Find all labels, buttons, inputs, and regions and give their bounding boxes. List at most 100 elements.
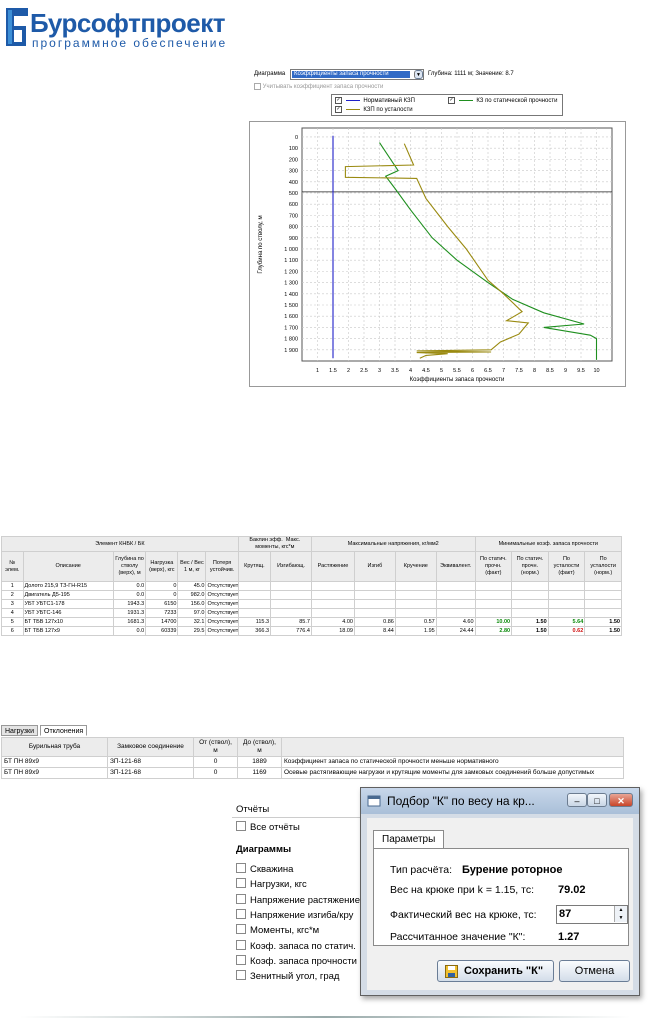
y-tick-label: 0 xyxy=(295,135,298,141)
report-item-label: Скважина xyxy=(250,864,294,875)
table-row[interactable]: 1 Долото 215,9 ТЗ-ГН-R15 0.0 0 45.0 Отсутству… xyxy=(1,581,622,591)
y-tick-label: 1 700 xyxy=(284,325,298,331)
checkbox-icon[interactable] xyxy=(254,83,261,90)
table-cell: УБТ УБТС-146 xyxy=(22,608,114,618)
table-cell: 776.4 xyxy=(270,626,312,636)
table-cell: БТ ТБВ 127х10 xyxy=(22,617,114,627)
table-cell: 14700 xyxy=(145,617,179,627)
column-header: Крутящ. xyxy=(237,551,272,582)
deviations-table: Бурильная труба Замковое соединение От (ст… xyxy=(1,737,624,779)
group-header: Баклин эфф. Макс. моменты, кгс*м xyxy=(237,536,312,552)
stepper-down-icon[interactable]: ▼ xyxy=(614,914,627,922)
tab-loads[interactable]: Нагрузки xyxy=(1,725,38,736)
table-cell: 1.95 xyxy=(394,626,437,636)
checkbox-icon[interactable] xyxy=(236,939,246,950)
check-icon[interactable]: ✓ xyxy=(448,97,455,104)
table-cell: 1.50 xyxy=(584,626,622,636)
report-item[interactable]: Напряжение растяжение xyxy=(236,893,361,906)
y-tick-label: 1 900 xyxy=(284,348,298,354)
table-row[interactable]: 6 БТ ТБВ 127х9 0.0 60339 29.5 Отсутствует 366.… xyxy=(1,626,622,636)
maximize-button[interactable]: □ xyxy=(587,793,607,807)
table-row[interactable]: БТ ПН 89х9 ЗП-121-68 0 1889 Коэффициент запа… xyxy=(1,756,624,768)
table-cell xyxy=(237,599,272,609)
report-item[interactable]: Скважина xyxy=(236,863,293,875)
strength-coef-checkbox[interactable]: Учитывать коэффициент запаса прочности xyxy=(254,83,383,90)
legend-item-fatigue[interactable]: ✓ КЗП по усталости xyxy=(335,106,413,113)
table-cell xyxy=(435,590,476,600)
checkbox-icon[interactable] xyxy=(236,863,246,873)
table-cell: 1.50 xyxy=(584,617,622,627)
legend-label: КЗП по усталости xyxy=(363,107,413,114)
all-reports-checkbox[interactable]: Все отчёты xyxy=(236,821,300,833)
checkbox-icon[interactable] xyxy=(236,893,246,904)
table-cell: 1931.3 xyxy=(112,608,147,618)
legend-item-static[interactable]: ✓ КЗ по статической прочности xyxy=(448,97,557,104)
column-header: До (ствол), м xyxy=(237,737,282,757)
reports-panel: Отчёты Все отчёты Диаграммы Скважина Нагр… xyxy=(230,797,365,989)
table-cell xyxy=(435,608,476,618)
column-header: По статич. прочн. (факт) xyxy=(474,551,513,582)
diagrams-title: Диаграммы xyxy=(236,844,292,855)
checkbox-icon[interactable] xyxy=(236,924,246,935)
table-row[interactable]: 3 УБТ УБТС1-178 1943.3 6150 156.0 Отсутствует xyxy=(1,599,622,609)
report-item-label: Напряжение растяжение xyxy=(250,894,361,906)
report-item[interactable]: Коэф. запаса по статич. xyxy=(236,939,356,952)
tab-parameters[interactable]: Параметры xyxy=(373,830,445,849)
k-value: 1.27 xyxy=(558,931,580,943)
checkbox-icon[interactable] xyxy=(236,954,246,965)
strength-coef-checkbox-label: Учитывать коэффициент запаса прочности xyxy=(262,84,384,91)
minimize-button[interactable]: – xyxy=(567,793,587,807)
hook-weight-value: 79.02 xyxy=(558,884,586,896)
reports-title: Отчёты xyxy=(236,804,270,815)
hook-weight-label: Вес на крюке при k = 1.15, тс: xyxy=(390,884,534,896)
stepper-up-icon[interactable]: ▲ xyxy=(614,906,627,914)
save-k-button[interactable]: Сохранить "К" xyxy=(437,960,554,982)
checkbox-icon[interactable] xyxy=(236,908,246,919)
table-cell xyxy=(435,599,476,609)
table-cell: 982.0 xyxy=(177,590,207,600)
report-item[interactable]: Напряжение изгиба/кру xyxy=(236,908,353,921)
report-item[interactable]: Моменты, кгс*м xyxy=(236,924,319,936)
table-cell: 0 xyxy=(145,581,179,591)
table-cell xyxy=(474,590,513,600)
check-icon[interactable]: ✓ xyxy=(335,97,342,104)
report-item[interactable]: Нагрузки, кгс xyxy=(236,878,307,890)
table-cell: БТ ПН 89х9 xyxy=(1,767,108,779)
actual-weight-input[interactable] xyxy=(559,907,611,921)
checkbox-icon[interactable] xyxy=(236,878,246,889)
check-icon[interactable]: ✓ xyxy=(335,106,342,113)
diagram-select[interactable]: Коэффициенты запаса прочности ▼ xyxy=(290,69,424,80)
column-header xyxy=(281,737,624,757)
report-item-label: Зенитный угол, град xyxy=(250,971,340,983)
table-row[interactable]: БТ ПН 89х9 ЗП-121-68 0 1169 Осевые растягива… xyxy=(1,767,624,779)
table-cell: 32.1 xyxy=(177,617,207,627)
x-tick-label: 9.5 xyxy=(577,368,585,374)
checkbox-icon[interactable] xyxy=(236,970,246,981)
group-header: Максимальные напряжения, кг/мм2 xyxy=(310,536,476,552)
table-cell xyxy=(353,581,396,591)
close-button[interactable]: ✕ xyxy=(609,793,633,807)
cancel-button[interactable]: Отмена xyxy=(559,960,630,982)
calc-type-label: Тип расчёта: xyxy=(390,864,452,876)
table-cell: 1 xyxy=(1,581,24,591)
table-row[interactable]: 4 УБТ УБТС-146 1931.3 7233 97.0 Отсутствует xyxy=(1,608,622,618)
dialog-titlebar[interactable]: Подбор "К" по весу на кр... – □ ✕ xyxy=(361,788,639,814)
actual-weight-label: Фактический вес на крюке, тс: xyxy=(390,909,537,921)
actual-weight-stepper[interactable]: ▲ ▼ xyxy=(556,905,628,924)
legend-item-normative[interactable]: ✓ Нормативный КЗП xyxy=(335,97,415,104)
table-cell: 366.3 xyxy=(237,626,272,636)
column-header: Замковое соединение xyxy=(107,737,194,757)
report-item[interactable]: Коэф. запаса прочности xyxy=(236,954,357,967)
checkbox-icon[interactable] xyxy=(236,821,246,831)
table-cell xyxy=(270,599,312,609)
table-cell: 1681.3 xyxy=(112,617,147,627)
knbk-table: Элемент КНБК / БК Баклин эфф. Макс. моме… xyxy=(1,536,623,636)
table-cell xyxy=(547,608,586,618)
table-row[interactable]: 2 Двигатель Д5-195 0.0 0 982.0 Отсутствует xyxy=(1,590,622,600)
tab-deviations[interactable]: Отклонения xyxy=(40,725,88,736)
dialog-title: Подбор "К" по весу на кр... xyxy=(387,794,535,808)
chevron-down-icon[interactable]: ▼ xyxy=(414,70,423,79)
table-header: Бурильная труба Замковое соединение От (ст… xyxy=(1,737,624,757)
table-row[interactable]: 5 БТ ТБВ 127х10 1681.3 14700 32.1 Отсутствует… xyxy=(1,617,622,627)
report-item[interactable]: Зенитный угол, град xyxy=(236,970,339,982)
